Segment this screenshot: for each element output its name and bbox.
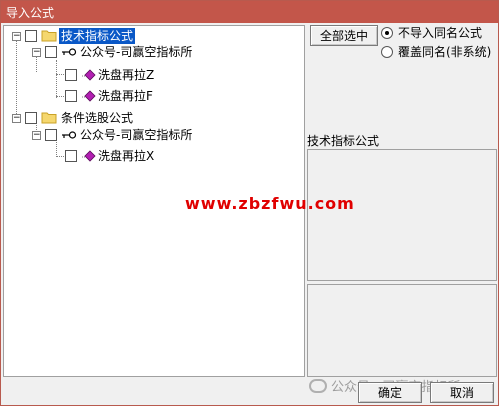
tree-author-node[interactable]: − 公众号-司赢空指标所 (4, 127, 224, 143)
ok-button[interactable]: 确定 (358, 382, 422, 403)
formula-label: 洗盘再拉F (98, 89, 153, 103)
title-bar[interactable]: 导入公式 (1, 1, 498, 23)
info-section-label: 技术指标公式 (307, 134, 380, 148)
cancel-button[interactable]: 取消 (430, 382, 494, 403)
tree-formula-item[interactable]: 洗盘再拉F (4, 88, 204, 104)
wechat-icon (309, 379, 327, 393)
formula-indicator-icon (82, 90, 96, 102)
collapse-toggle-icon[interactable]: − (12, 114, 21, 123)
formula-checkbox[interactable] (65, 90, 77, 102)
author-checkbox[interactable] (45, 46, 57, 58)
author-checkbox[interactable] (45, 129, 57, 141)
formula-label: 洗盘再拉Z (98, 68, 155, 82)
select-all-button[interactable]: 全部选中 (310, 25, 378, 46)
collapse-toggle-icon[interactable]: − (32, 48, 41, 57)
tree-formula-item[interactable]: 洗盘再拉X (4, 148, 204, 164)
tree-author-node[interactable]: − 公众号-司赢空指标所 (4, 44, 224, 60)
group-checkbox[interactable] (25, 30, 37, 42)
collapse-toggle-icon[interactable]: − (32, 131, 41, 140)
formula-indicator-icon (82, 150, 96, 162)
import-formula-dialog: 导入公式 − 技术指标公式 − 公众号-司赢空指标所 洗盘再拉Z 洗盘再拉F −… (0, 0, 499, 406)
formula-label: 洗盘再拉X (98, 149, 155, 163)
website-watermark: www.zbzfwu.com (185, 194, 355, 213)
tree-group-screening[interactable]: − 条件选股公式 (4, 110, 204, 126)
key-icon (62, 48, 77, 56)
radio-indicator[interactable] (381, 46, 393, 58)
author-label: 公众号-司赢空指标所 (80, 45, 193, 59)
formula-checkbox[interactable] (65, 150, 77, 162)
radio-indicator[interactable] (381, 27, 393, 39)
window-title: 导入公式 (6, 6, 55, 20)
folder-icon (41, 112, 57, 124)
folder-icon (41, 30, 57, 42)
formula-description-box (307, 149, 497, 281)
formula-checkbox[interactable] (65, 69, 77, 81)
radio-overwrite[interactable]: 覆盖同名(非系统) (381, 45, 499, 61)
formula-indicator-icon (82, 69, 96, 81)
radio-label: 不导入同名公式 (398, 26, 483, 40)
group-checkbox[interactable] (25, 112, 37, 124)
group-label[interactable]: 条件选股公式 (61, 110, 133, 126)
author-label: 公众号-司赢空指标所 (80, 128, 193, 142)
radio-label: 覆盖同名(非系统) (398, 45, 492, 59)
formula-params-box (307, 284, 497, 377)
tree-formula-item[interactable]: 洗盘再拉Z (4, 67, 204, 83)
collapse-toggle-icon[interactable]: − (12, 32, 21, 41)
radio-no-import[interactable]: 不导入同名公式 (381, 26, 499, 42)
group-label[interactable]: 技术指标公式 (59, 28, 136, 44)
tree-group-technical[interactable]: − 技术指标公式 (4, 28, 204, 44)
key-icon (62, 131, 77, 139)
